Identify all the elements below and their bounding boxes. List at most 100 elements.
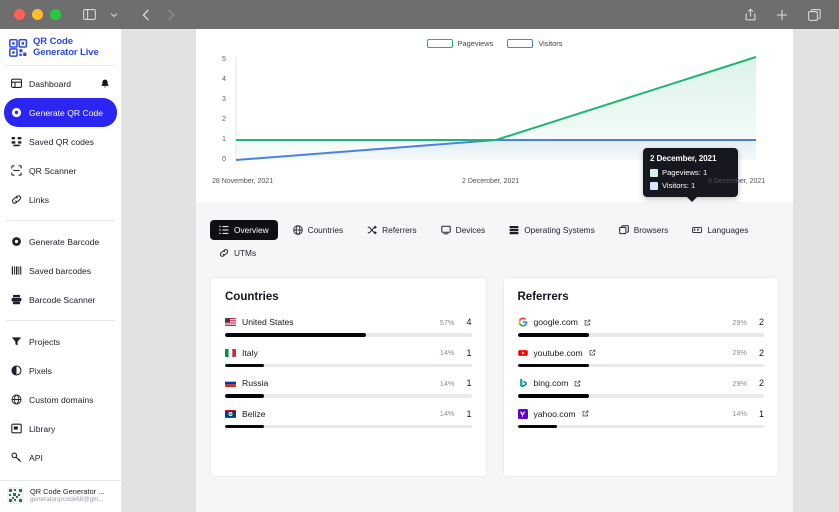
sidebar-item-label: Generate QR Code: [29, 107, 104, 118]
chart-legend: Pageviews Visitors: [196, 35, 793, 48]
sidebar-item-projects[interactable]: Projects: [4, 327, 117, 356]
row-bar-fill: [517, 363, 589, 367]
row-value: 1: [466, 378, 472, 388]
sidebar-item-qr-scanner[interactable]: QR Scanner: [4, 156, 117, 185]
external-link-icon[interactable]: [574, 380, 581, 387]
app-window: QR Code Generator Live Dashboard Generat…: [0, 0, 839, 512]
tab-label: Operating Systems: [524, 225, 595, 235]
tab-devices[interactable]: Devices: [432, 220, 495, 240]
sidebar-item-label: QR Scanner: [29, 165, 77, 176]
app-logo[interactable]: QR Code Generator Live: [0, 29, 121, 65]
pixels-icon: [11, 365, 22, 376]
tab-browsers[interactable]: Browsers: [610, 220, 678, 240]
qr-scanner-icon: [11, 165, 22, 176]
list-icon: [219, 225, 229, 235]
sidebar-toggle-icon[interactable]: [78, 5, 100, 25]
account-email: generatorqrcode68@gm...: [30, 496, 104, 503]
table-row[interactable]: bing.com 29% 2: [517, 378, 764, 398]
tab-overview-icon[interactable]: [803, 5, 825, 25]
tab-referrers[interactable]: Referrers: [358, 220, 426, 240]
row-bar-fill: [225, 394, 265, 398]
row-percent: 29%: [732, 348, 747, 357]
x-tick-end: 6 December, 2021: [708, 178, 766, 185]
yahoo-favicon-icon: [517, 408, 528, 419]
chart-x-axis: 28 November, 2021 2 December, 2021 6 Dec…: [196, 178, 793, 192]
sidebar-item-saved-barcodes[interactable]: Saved barcodes: [4, 256, 117, 285]
forward-button[interactable]: [160, 5, 182, 25]
sidebar-item-api[interactable]: API: [4, 443, 117, 472]
tab-label: Overview: [234, 225, 269, 235]
new-tab-icon[interactable]: [771, 5, 793, 25]
sidebar-item-label: Saved QR codes: [29, 136, 94, 147]
window-controls: [14, 9, 61, 20]
table-row[interactable]: yahoo.com 14% 1: [517, 408, 764, 428]
google-favicon-icon: [517, 317, 527, 327]
maximize-window-button[interactable]: [50, 9, 61, 20]
chart-plot-area[interactable]: 5 4 3 2 1 0 2 December, 2021 Pageviews: …: [196, 50, 793, 202]
sidebar-item-pixels[interactable]: Pixels: [4, 356, 117, 385]
tab-operating-systems[interactable]: Operating Systems: [500, 220, 604, 240]
sidebar-item-generate-qr-code[interactable]: Generate QR Code: [4, 98, 117, 127]
sidebar-item-label: Pixels: [29, 365, 52, 376]
row-percent: 14%: [732, 409, 747, 418]
tab-countries[interactable]: Countries: [284, 220, 353, 240]
globe-icon: [11, 394, 22, 405]
row-label: bing.com: [533, 378, 569, 388]
bell-icon[interactable]: [100, 79, 110, 89]
tab-utms[interactable]: UTMs: [210, 243, 265, 263]
row-value: 2: [758, 378, 764, 388]
youtube-favicon-icon: [517, 349, 528, 356]
link-icon: [219, 248, 229, 258]
legend-label-pageviews: Pageviews: [457, 39, 494, 48]
row-label: Russia: [242, 378, 269, 388]
chevron-down-icon[interactable]: [103, 5, 125, 25]
row-bar-fill: [225, 333, 366, 337]
tooltip-row-pageviews: Pageviews: 1: [650, 168, 731, 177]
row-value: 1: [466, 347, 472, 358]
close-window-button[interactable]: [14, 9, 25, 20]
sidebar-item-label: Saved barcodes: [29, 265, 92, 276]
tooltip-title: 2 December, 2021: [650, 154, 717, 163]
table-row[interactable]: google.com 29% 2: [517, 317, 764, 337]
back-button[interactable]: [135, 5, 157, 25]
minimize-window-button[interactable]: [32, 9, 43, 20]
tab-label: Countries: [307, 225, 344, 235]
barcode-generate-icon: [11, 236, 22, 247]
globe-icon: [292, 225, 303, 235]
sidebar-item-barcode-scanner[interactable]: Barcode Scanner: [4, 285, 117, 314]
row-bar: [517, 424, 764, 428]
account-menu[interactable]: QR Code Generator ... generatorqrcode68@…: [0, 480, 121, 512]
tooltip-arrow: [687, 197, 697, 202]
tab-label: Languages: [707, 225, 749, 235]
library-icon: [11, 423, 22, 434]
table-row[interactable]: youtube.com 29% 2: [517, 348, 764, 367]
sidebar-item-generate-barcode[interactable]: Generate Barcode: [4, 227, 117, 256]
external-link-icon[interactable]: [582, 410, 589, 417]
table-row[interactable]: Belize 14% 1: [225, 408, 472, 428]
external-link-icon[interactable]: [589, 349, 596, 356]
row-value: 1: [466, 408, 472, 419]
y-tick-3: 3: [222, 94, 226, 103]
sidebar-item-dashboard[interactable]: Dashboard: [4, 69, 117, 98]
sidebar-item-custom-domains[interactable]: Custom domains: [4, 385, 117, 414]
table-row[interactable]: Russia 14% 1: [225, 378, 472, 398]
legend-item-visitors[interactable]: Visitors: [507, 39, 562, 48]
sidebar-item-library[interactable]: Library: [4, 414, 117, 443]
legend-item-pageviews[interactable]: Pageviews: [426, 39, 494, 48]
sidebar-item-saved-qr-codes[interactable]: Saved QR codes: [4, 127, 117, 156]
row-bar-fill: [517, 394, 589, 398]
left-gutter: [122, 29, 196, 512]
shuffle-icon: [367, 225, 377, 235]
tab-overview[interactable]: Overview: [210, 220, 278, 240]
table-row[interactable]: United States 57% 4: [225, 317, 472, 337]
sidebar-item-links[interactable]: Links: [4, 185, 117, 214]
ru-flag-icon: [225, 379, 236, 387]
table-row[interactable]: Italy 14% 1: [225, 347, 472, 367]
tab-languages[interactable]: Languages: [683, 220, 757, 240]
share-icon[interactable]: [739, 5, 761, 25]
row-percent: 14%: [439, 378, 455, 388]
row-percent: 14%: [439, 409, 455, 418]
row-percent: 29%: [732, 317, 747, 327]
external-link-icon[interactable]: [584, 319, 591, 326]
row-bar: [225, 424, 472, 428]
